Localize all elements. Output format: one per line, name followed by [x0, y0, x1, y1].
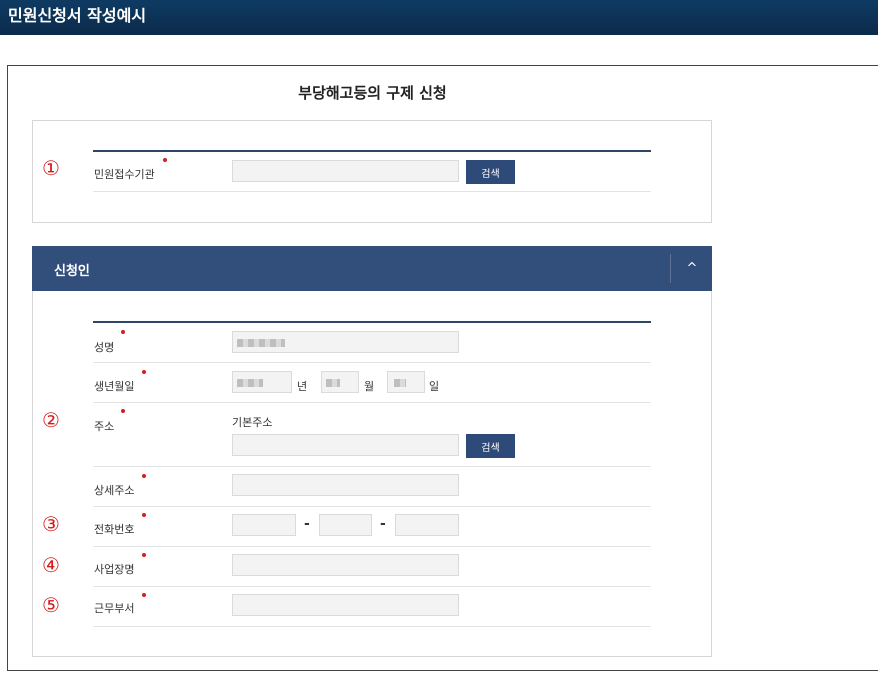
- agency-label: 민원접수기관: [94, 168, 155, 181]
- required-dot: [142, 513, 146, 517]
- redacted-value: [237, 339, 285, 347]
- redacted-value: [326, 379, 340, 387]
- required-dot: [163, 158, 167, 162]
- birth-day-input[interactable]: [387, 371, 425, 393]
- row-divider: [93, 546, 651, 547]
- row-divider: [93, 506, 651, 507]
- applicant-top-rule: [93, 321, 651, 323]
- required-dot: [121, 409, 125, 413]
- row-divider: [93, 626, 651, 627]
- page-title: 민원신청서 작성예시: [8, 6, 147, 25]
- address-sub-label: 기본주소: [232, 416, 273, 429]
- applicant-section-header: 신청인 ^: [32, 246, 712, 291]
- address-label: 주소: [94, 420, 115, 433]
- required-dot: [142, 474, 146, 478]
- required-dot: [121, 330, 125, 334]
- phone-separator: -: [380, 516, 386, 532]
- top-bar: 민원신청서 작성예시: [0, 0, 878, 35]
- phone-part1-input[interactable]: [232, 514, 296, 536]
- required-dot: [142, 370, 146, 374]
- detail-address-input[interactable]: [232, 474, 459, 496]
- business-input[interactable]: [232, 554, 459, 576]
- row-divider: [93, 586, 651, 587]
- department-label: 근무부서: [94, 602, 135, 615]
- department-input[interactable]: [232, 594, 459, 616]
- address-search-button[interactable]: 검색: [466, 434, 515, 458]
- month-unit: 월: [364, 380, 375, 393]
- marker-3: ③: [42, 512, 60, 536]
- redacted-value: [394, 379, 406, 387]
- marker-5: ⑤: [42, 593, 60, 617]
- form-title: 부당해고등의 구제 신청: [298, 84, 447, 102]
- address-input[interactable]: [232, 434, 459, 456]
- row-divider: [93, 402, 651, 403]
- marker-4: ④: [42, 553, 60, 577]
- agency-top-rule: [93, 150, 651, 152]
- phone-separator: -: [304, 516, 310, 532]
- marker-2: ②: [42, 408, 60, 432]
- required-dot: [142, 593, 146, 597]
- agency-search-button[interactable]: 검색: [466, 160, 515, 184]
- section-title: 신청인: [54, 264, 90, 279]
- year-unit: 년: [297, 380, 308, 393]
- detail-address-label: 상세주소: [94, 484, 135, 497]
- row-divider: [93, 466, 651, 467]
- phone-part3-input[interactable]: [395, 514, 459, 536]
- required-dot: [142, 553, 146, 557]
- phone-label: 전화번호: [94, 523, 135, 536]
- name-label: 성명: [94, 341, 115, 354]
- marker-1: ①: [42, 156, 60, 180]
- redacted-value: [237, 379, 263, 387]
- agency-input[interactable]: [232, 160, 459, 182]
- header-separator: [670, 254, 671, 283]
- day-unit: 일: [429, 380, 440, 393]
- birth-label: 생년월일: [94, 380, 135, 393]
- row-divider: [93, 362, 651, 363]
- phone-part2-input[interactable]: [319, 514, 372, 536]
- business-label: 사업장명: [94, 563, 135, 576]
- chevron-up-icon[interactable]: ^: [672, 246, 712, 291]
- row-divider: [93, 191, 651, 192]
